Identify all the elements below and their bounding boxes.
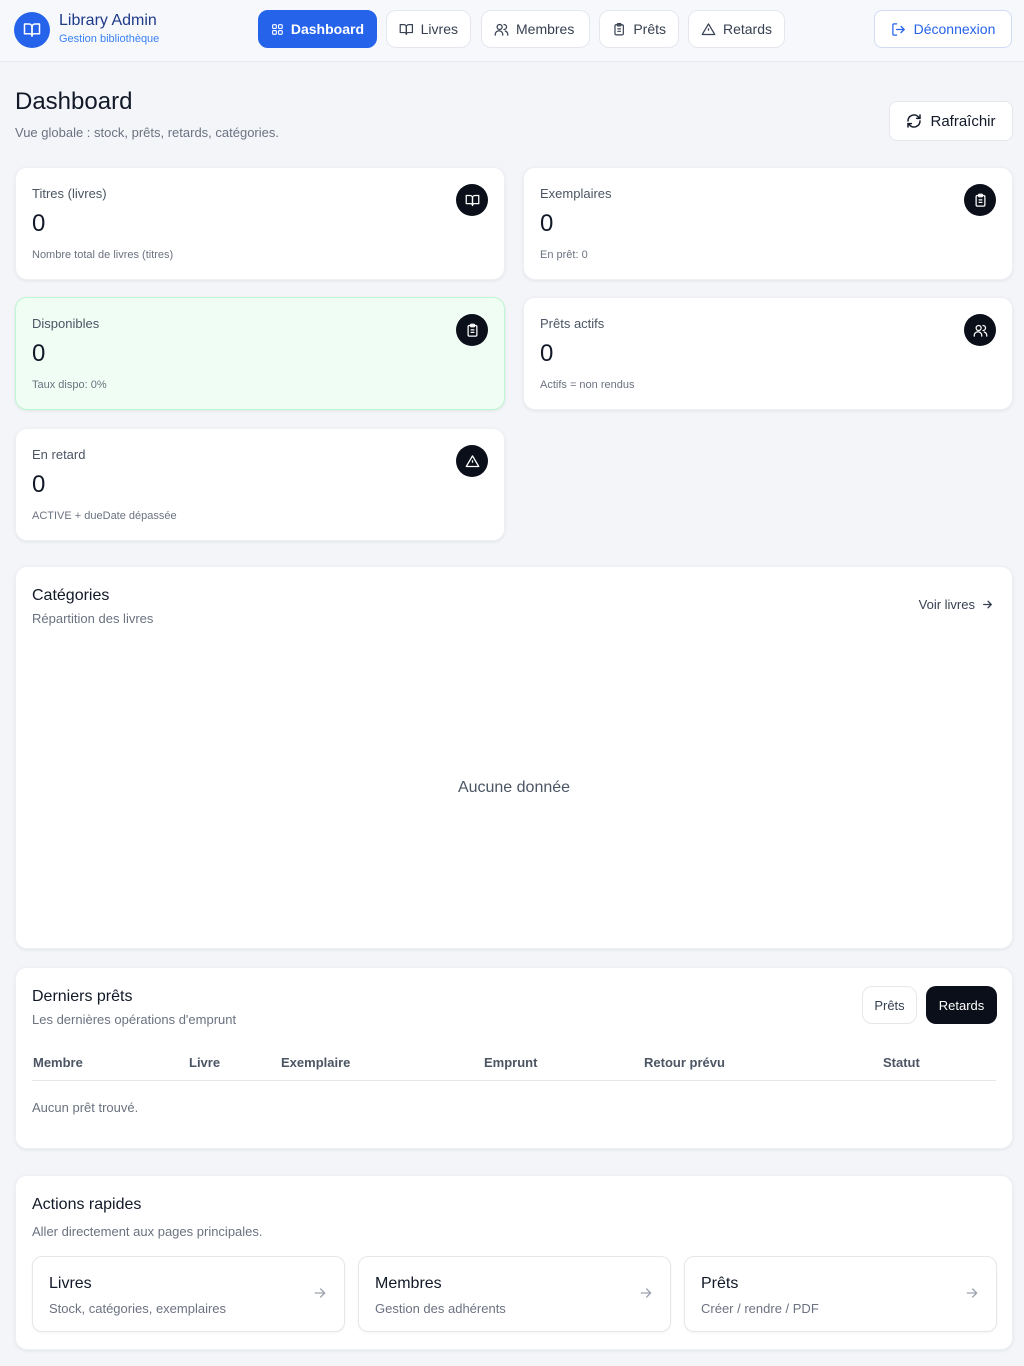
clipboard-icon — [975, 193, 985, 207]
quick-action-books[interactable]: Livres Stock, catégories, exemplaires — [32, 1256, 345, 1332]
stat-value: 0 — [540, 340, 554, 367]
latest-loans-panel: Derniers prêts Les dernières opérations … — [15, 967, 1013, 1149]
clipboard-icon — [614, 22, 624, 35]
page-title: Dashboard — [15, 88, 133, 115]
grid-icon — [272, 23, 283, 35]
stat-icon-badge — [456, 184, 488, 216]
quick-action-subtitle: Créer / rendre / PDF — [701, 1301, 819, 1316]
categories-panel: Catégories Répartition des livres Voir l… — [15, 566, 1013, 949]
alert-triangle-icon — [465, 454, 479, 467]
quick-action-loans[interactable]: Prêts Créer / rendre / PDF — [684, 1256, 997, 1332]
late-button[interactable]: Retards — [926, 986, 997, 1024]
loans-empty-state: Aucun prêt trouvé. — [32, 1100, 139, 1115]
stat-label: Disponibles — [32, 316, 100, 331]
refresh-label: Rafraîchir — [930, 112, 996, 130]
loans-title: Derniers prêts — [32, 988, 133, 1005]
tab-dashboard[interactable]: Dashboard — [258, 10, 377, 48]
view-books-link[interactable]: Voir livres — [919, 597, 994, 612]
quick-action-title: Livres — [49, 1275, 92, 1292]
refresh-button[interactable]: Rafraîchir — [889, 101, 1013, 141]
quick-actions-title: Actions rapides — [32, 1196, 142, 1213]
tab-label: Dashboard — [290, 21, 364, 37]
stat-card-copies: Exemplaires 0 En prêt: 0 — [523, 167, 1013, 280]
stat-icon-badge — [456, 314, 488, 346]
stat-card-available: Disponibles 0 Taux dispo: 0% — [15, 297, 505, 410]
alert-triangle-icon — [701, 22, 716, 35]
stat-card-active-loans: Prêts actifs 0 Actifs = non rendus — [523, 297, 1013, 410]
stat-label: Exemplaires — [540, 186, 612, 201]
logout-label: Déconnexion — [913, 21, 996, 37]
arrow-right-icon — [640, 1288, 652, 1298]
quick-action-title: Prêts — [701, 1275, 739, 1292]
arrow-right-icon — [314, 1288, 326, 1298]
stat-card-titles: Titres (livres) 0 Nombre total de livres… — [15, 167, 505, 280]
tab-label: Retards — [722, 21, 772, 37]
log-out-icon — [891, 22, 905, 36]
view-books-label: Voir livres — [918, 597, 975, 612]
tab-membres[interactable]: Membres — [481, 10, 590, 48]
column-header[interactable]: Membre — [33, 1055, 83, 1070]
stat-label: Prêts actifs — [540, 316, 605, 331]
stat-label: Titres (livres) — [32, 186, 107, 201]
quick-action-subtitle: Stock, catégories, exemplaires — [49, 1301, 227, 1316]
brand-subtitle: Gestion bibliothèque — [59, 33, 160, 45]
column-header[interactable]: Livre — [189, 1055, 220, 1070]
logout-button[interactable]: Déconnexion — [874, 10, 1012, 48]
tab-prets[interactable]: Prêts — [599, 10, 679, 48]
tab-retards[interactable]: Retards — [688, 10, 785, 48]
quick-actions-subtitle: Aller directement aux pages principales. — [32, 1224, 263, 1239]
tab-livres[interactable]: Livres — [386, 10, 471, 48]
top-bar: Library Admin Gestion bibliothèque Dashb… — [0, 0, 1024, 62]
stat-note: Nombre total de livres (titres) — [32, 249, 174, 261]
stat-icon-badge — [964, 184, 996, 216]
refresh-icon — [907, 114, 922, 128]
users-icon — [494, 23, 509, 36]
book-open-icon — [23, 23, 41, 37]
tab-label: Prêts — [633, 21, 666, 37]
clipboard-icon — [467, 323, 477, 337]
quick-action-members[interactable]: Membres Gestion des adhérents — [358, 1256, 671, 1332]
table-divider — [32, 1080, 996, 1081]
quick-action-subtitle: Gestion des adhérents — [375, 1301, 506, 1316]
arrow-right-icon — [966, 1288, 978, 1298]
stat-value: 0 — [540, 210, 554, 237]
column-header[interactable]: Emprunt — [484, 1055, 537, 1070]
stat-note: ACTIVE + dueDate dépassée — [32, 510, 177, 522]
brand-logo[interactable] — [14, 12, 50, 48]
stat-label: En retard — [32, 447, 86, 462]
tab-label: Membres — [516, 21, 575, 37]
stat-icon-badge — [456, 445, 488, 477]
brand-title: Library Admin — [59, 12, 157, 29]
stat-value: 0 — [32, 210, 46, 237]
stat-value: 0 — [32, 471, 46, 498]
book-open-icon — [465, 194, 479, 206]
quick-action-title: Membres — [375, 1275, 442, 1292]
stat-icon-badge — [964, 314, 996, 346]
users-icon — [973, 324, 987, 337]
arrow-right-icon — [983, 600, 992, 609]
stat-note: En prêt: 0 — [540, 249, 588, 261]
stat-value: 0 — [32, 340, 46, 367]
categories-subtitle: Répartition des livres — [32, 611, 154, 626]
categories-title: Catégories — [32, 587, 110, 604]
stat-note: Actifs = non rendus — [540, 379, 635, 391]
column-header[interactable]: Retour prévu — [644, 1055, 725, 1070]
page-subtitle: Vue globale : stock, prêts, retards, cat… — [15, 125, 279, 140]
loans-subtitle: Les dernières opérations d'emprunt — [32, 1012, 237, 1027]
column-header[interactable]: Statut — [883, 1055, 920, 1070]
loans-button[interactable]: Prêts — [862, 986, 917, 1024]
quick-actions-panel: Actions rapides Aller directement aux pa… — [15, 1175, 1013, 1350]
book-open-icon — [399, 23, 414, 35]
stat-card-late: En retard 0 ACTIVE + dueDate dépassée — [15, 428, 505, 541]
stat-note: Taux dispo: 0% — [32, 379, 107, 391]
categories-empty-state: Aucune donnée — [457, 779, 571, 796]
tab-label: Livres — [420, 21, 458, 37]
column-header[interactable]: Exemplaire — [281, 1055, 350, 1070]
